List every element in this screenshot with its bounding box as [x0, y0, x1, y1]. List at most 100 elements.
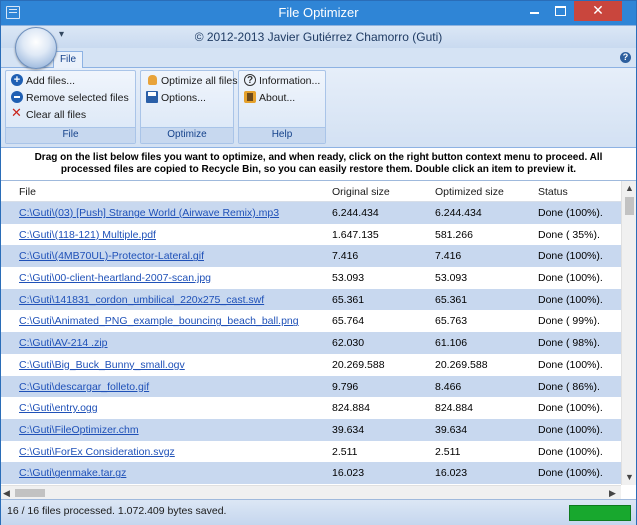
- clear-all-button[interactable]: Clear all files: [11, 105, 87, 123]
- status-cell: Done (100%).: [538, 445, 603, 458]
- file-cell[interactable]: C:\Guti\Big_Buck_Bunny_small.ogv: [19, 359, 185, 371]
- table-row[interactable]: C:\Guti\entry.ogg 824.884 824.884 Done (100…: [1, 397, 621, 419]
- original-size-cell: 6.244.434: [332, 207, 379, 219]
- scroll-right-icon[interactable]: ▶: [609, 486, 616, 499]
- ribbon-group-optimize: Optimize all files Options... Optimize: [140, 70, 237, 144]
- file-cell[interactable]: C:\Guti\entry.ogg: [19, 402, 98, 414]
- close-button[interactable]: ✕: [574, 1, 622, 21]
- options-button[interactable]: Options...: [146, 90, 206, 106]
- minimize-button[interactable]: [521, 1, 547, 21]
- clear-all-label: Clear all files: [26, 109, 87, 121]
- file-cell[interactable]: C:\Guti\descargar_folleto.gif: [19, 381, 149, 393]
- file-cell[interactable]: C:\Guti\00-client-heartland-2007-scan.jp…: [19, 272, 211, 284]
- table-row[interactable]: C:\Guti\FileOptimizer.chm 39.634 39.634 Don…: [1, 418, 621, 441]
- file-cell[interactable]: C:\Guti\genmake.tar.gz: [19, 467, 126, 479]
- ribbon-panel: Add files... Remove selected files Clear…: [1, 68, 636, 148]
- file-cell[interactable]: C:\Guti\(03) [Push] Strange World (Airwa…: [19, 207, 279, 219]
- original-size-cell: 824.884: [332, 402, 370, 415]
- table-row[interactable]: C:\Guti\Animated_PNG_example_bouncing_be…: [1, 310, 621, 333]
- scroll-up-icon[interactable]: ▲: [622, 181, 636, 196]
- optimized-size-cell: 16.023: [435, 467, 468, 480]
- file-cell[interactable]: C:\Guti\FileOptimizer.chm: [19, 424, 139, 436]
- table-row[interactable]: C:\Guti\(118-121) Multiple.pdf 1.647.135 5…: [1, 223, 621, 246]
- quick-access-toolbar: ▾ © 2012-2013 Javier Gutiérrez Chamorro …: [1, 25, 636, 48]
- table-row[interactable]: C:\Guti\ForEx Consideration.svgz 2.511 2.5…: [1, 440, 621, 463]
- table-row[interactable]: C:\Guti\(03) [Push] Strange World (Airwa…: [1, 202, 621, 224]
- status-cell: Done (100%).: [538, 467, 603, 480]
- ribbon-group-label: Optimize: [141, 127, 233, 143]
- file-cell[interactable]: C:\Guti\(118-121) Multiple.pdf: [19, 229, 156, 241]
- optimized-size-cell: 61.106: [435, 337, 468, 350]
- column-header-status[interactable]: Status: [538, 186, 568, 198]
- table-row[interactable]: C:\Guti\AV-214 .zip 62.030 61.106 Done ( 98…: [1, 332, 621, 354]
- original-size-cell: 39.634: [332, 423, 365, 436]
- options-label: Options...: [161, 92, 206, 104]
- status-cell: Done (100%).: [538, 250, 603, 263]
- ribbon-group-file: Add files... Remove selected files Clear…: [5, 70, 136, 144]
- information-label: Information...: [259, 75, 321, 87]
- about-icon: [244, 91, 256, 103]
- add-files-label: Add files...: [26, 75, 76, 87]
- list-header: File Original size Optimized size Status: [1, 181, 621, 202]
- horizontal-scrollbar[interactable]: ◀ ▶: [1, 485, 621, 499]
- add-files-button[interactable]: Add files...: [11, 72, 76, 89]
- scroll-down-icon[interactable]: ▼: [622, 470, 636, 485]
- optimized-size-cell: 2.511: [435, 445, 461, 458]
- optimized-size-cell: 8.466: [435, 380, 462, 393]
- file-cell[interactable]: C:\Guti\AV-214 .zip: [19, 337, 108, 349]
- vertical-scrollbar[interactable]: ▲ ▼: [621, 181, 636, 485]
- status-cell: Done (100%).: [538, 402, 603, 415]
- file-cell[interactable]: C:\Guti\141831_cordon_umbilical_220x275_…: [19, 294, 264, 306]
- app-window: File Optimizer ✕ ▾ © 2012-2013 Javier Gu…: [0, 0, 637, 525]
- optimized-size-cell: 6.244.434: [435, 207, 482, 219]
- column-header-original-size[interactable]: Original size: [332, 186, 390, 198]
- status-cell: Done (100%).: [538, 293, 603, 306]
- information-button[interactable]: Information...: [244, 73, 320, 89]
- optimize-icon: [146, 74, 158, 86]
- optimized-size-cell: 7.416: [435, 250, 462, 263]
- about-label: About...: [259, 92, 296, 104]
- application-orb-button[interactable]: [15, 27, 57, 69]
- scroll-left-icon[interactable]: ◀: [3, 486, 10, 499]
- progress-bar: [569, 505, 631, 521]
- remove-icon: [11, 91, 23, 103]
- table-row[interactable]: C:\Guti\Big_Buck_Bunny_small.ogv 20.269.5…: [1, 353, 621, 376]
- original-size-cell: 62.030: [332, 337, 365, 350]
- optimize-all-button[interactable]: Optimize all files: [146, 73, 237, 89]
- status-cell: Done (100%).: [538, 423, 603, 436]
- maximize-button[interactable]: [547, 1, 574, 21]
- optimized-size-cell: 39.634: [435, 423, 468, 436]
- help-icon[interactable]: ?: [620, 52, 631, 63]
- status-cell: Done (100%).: [538, 207, 603, 219]
- title-bar[interactable]: File Optimizer ✕: [1, 1, 636, 25]
- status-cell: Done ( 35%).: [538, 228, 600, 241]
- original-size-cell: 53.093: [332, 272, 365, 285]
- table-row[interactable]: C:\Guti\141831_cordon_umbilical_220x275_…: [1, 288, 621, 311]
- ribbon-group-label: File: [6, 127, 135, 143]
- table-row[interactable]: C:\Guti\00-client-heartland-2007-scan.jp…: [1, 267, 621, 289]
- optimize-all-label: Optimize all files: [161, 75, 238, 87]
- instructions-panel: Drag on the list below files you want to…: [1, 148, 636, 181]
- column-header-optimized-size[interactable]: Optimized size: [435, 186, 504, 198]
- table-row[interactable]: C:\Guti\(4MB70UL)-Protector-Lateral.gif 7…: [1, 245, 621, 268]
- options-icon: [146, 91, 158, 103]
- file-list[interactable]: File Original size Optimized size Status…: [1, 181, 636, 499]
- maximize-icon: [555, 6, 566, 16]
- optimized-size-cell: 824.884: [435, 402, 473, 415]
- remove-selected-button[interactable]: Remove selected files: [11, 90, 129, 106]
- file-cell[interactable]: C:\Guti\(4MB70UL)-Protector-Lateral.gif: [19, 250, 204, 262]
- ribbon-caption: © 2012-2013 Javier Gutiérrez Chamorro (G…: [194, 30, 443, 44]
- add-icon: [11, 72, 23, 88]
- table-row[interactable]: C:\Guti\descargar_folleto.gif 9.796 8.466 D…: [1, 375, 621, 398]
- file-cell[interactable]: C:\Guti\Animated_PNG_example_bouncing_be…: [19, 315, 299, 327]
- table-row[interactable]: C:\Guti\genmake.tar.gz 16.023 16.023 Done (…: [1, 462, 621, 484]
- ribbon-tab-row: File ?: [1, 48, 636, 69]
- vertical-scroll-thumb[interactable]: [625, 197, 634, 215]
- status-cell: Done ( 99%).: [538, 315, 600, 328]
- status-cell: Done ( 86%).: [538, 380, 600, 393]
- horizontal-scroll-thumb[interactable]: [15, 489, 45, 497]
- column-header-file[interactable]: File: [19, 186, 36, 198]
- about-button[interactable]: About...: [244, 90, 295, 106]
- file-cell[interactable]: C:\Guti\ForEx Consideration.svgz: [19, 446, 175, 458]
- tab-file[interactable]: File: [53, 51, 83, 69]
